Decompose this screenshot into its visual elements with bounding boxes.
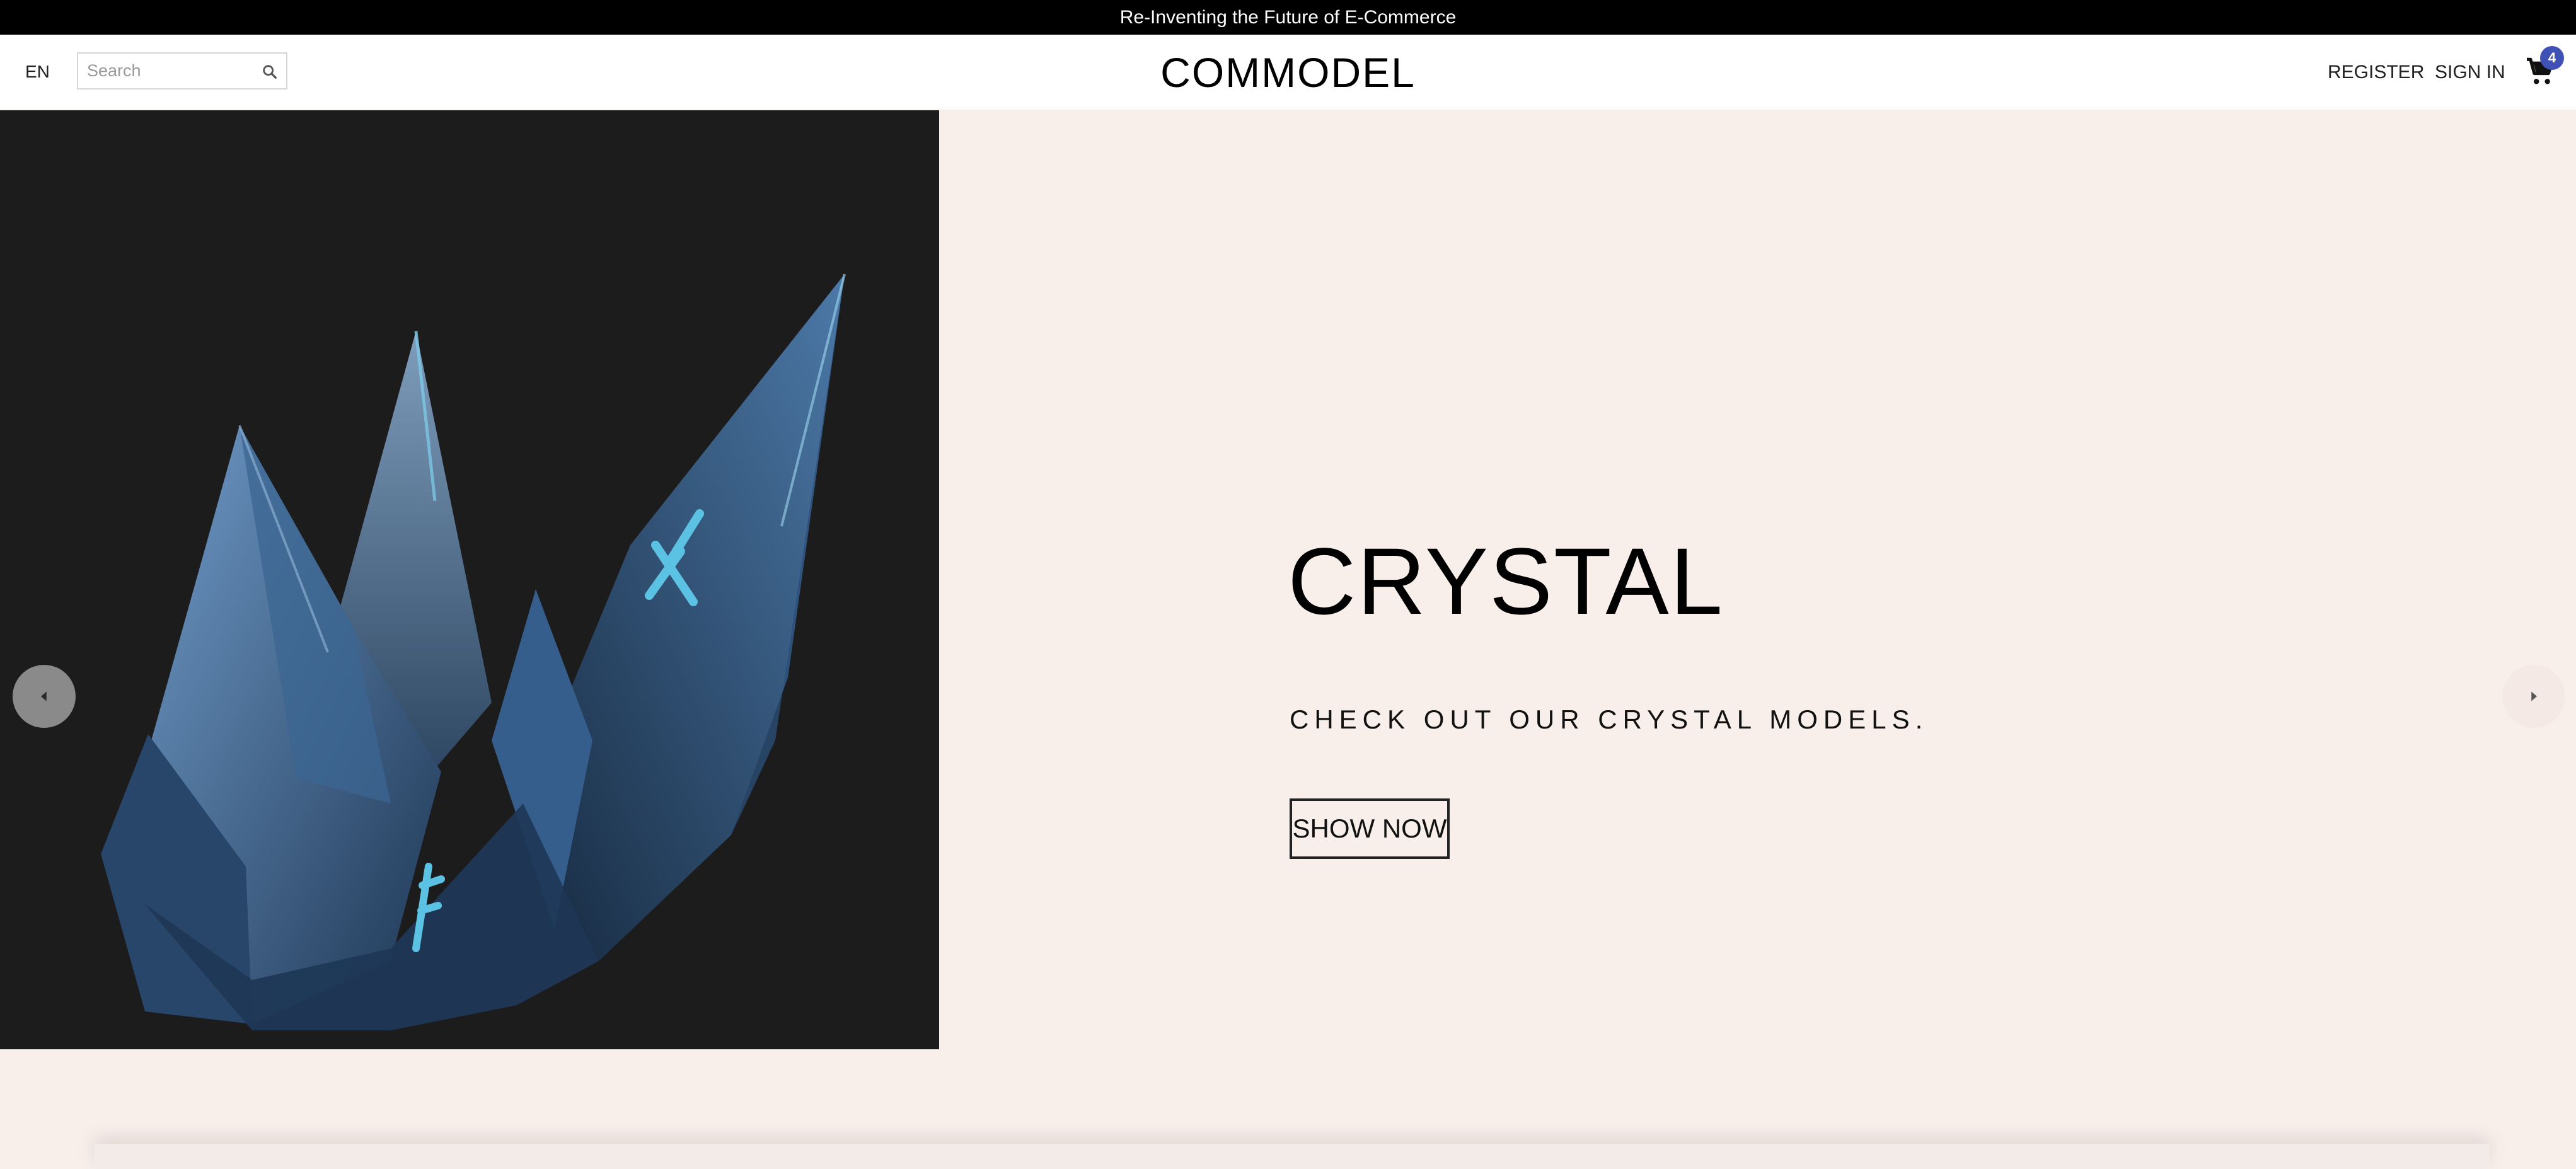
hero-title: CRYSTAL xyxy=(1288,528,1724,634)
hero-image xyxy=(0,110,939,1049)
search-box[interactable] xyxy=(77,52,287,89)
announcement-text: Re-Inventing the Future of E-Commerce xyxy=(1119,6,1457,28)
site-header: EN COMMODEL REGISTER SIGN IN 4 xyxy=(0,35,2576,110)
hero-carousel: CRYSTAL CHECK OUT OUR CRYSTAL MODELS. SH… xyxy=(0,110,2576,1049)
hero-subtitle: CHECK OUT OUR CRYSTAL MODELS. xyxy=(1290,705,1929,734)
announcement-bar: Re-Inventing the Future of E-Commerce xyxy=(0,0,2576,35)
logo-wrapper: COMMODEL xyxy=(0,49,2576,96)
chevron-right-icon xyxy=(2531,691,2537,701)
carousel-prev-button[interactable] xyxy=(13,665,76,728)
language-selector[interactable]: EN xyxy=(25,62,50,82)
show-now-button[interactable]: SHOW NOW xyxy=(1290,798,1450,859)
signin-link[interactable]: SIGN IN xyxy=(2435,62,2505,83)
content-section-edge xyxy=(95,1144,2490,1169)
cart-count-badge: 4 xyxy=(2540,46,2564,70)
carousel-next-button[interactable] xyxy=(2502,665,2565,728)
register-link[interactable]: REGISTER xyxy=(2328,62,2424,83)
search-icon[interactable] xyxy=(261,63,279,81)
chevron-left-icon xyxy=(41,691,47,701)
search-input[interactable] xyxy=(87,61,251,81)
crystal-image xyxy=(101,274,846,1030)
site-logo[interactable]: COMMODEL xyxy=(1160,49,1416,96)
